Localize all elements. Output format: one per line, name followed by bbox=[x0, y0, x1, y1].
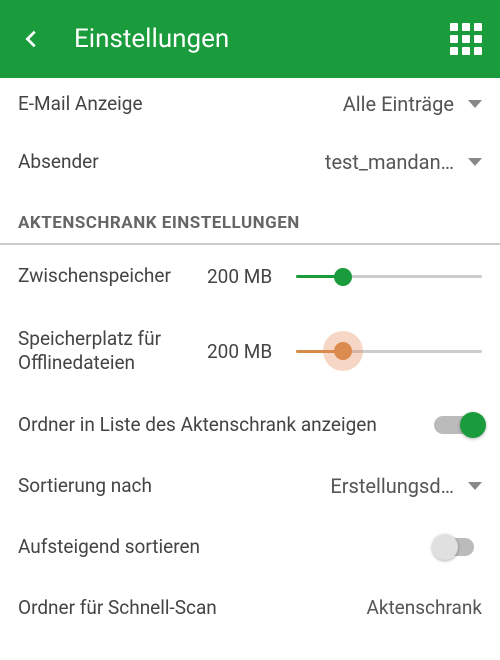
cache-label: Zwischenspeicher bbox=[18, 264, 193, 289]
chevron-down-icon bbox=[468, 158, 482, 166]
cache-slider[interactable] bbox=[296, 263, 482, 291]
folder-switch[interactable] bbox=[434, 413, 482, 437]
quickscan-row[interactable]: Ordner für Schnell-Scan Aktenschrank bbox=[0, 578, 500, 637]
chevron-down-icon bbox=[468, 482, 482, 490]
apps-menu-icon[interactable] bbox=[450, 23, 482, 55]
asc-switch[interactable] bbox=[434, 535, 482, 559]
email-display-dropdown[interactable]: Alle Einträge bbox=[343, 92, 482, 116]
email-display-label: E-Mail Anzeige bbox=[18, 92, 343, 117]
folder-switch-row: Ordner in Liste des Aktenschrank anzeige… bbox=[0, 394, 500, 456]
section-header: AKTENSCHRANK EINSTELLUNGEN bbox=[0, 191, 500, 245]
cache-value: 200 MB bbox=[207, 265, 282, 288]
cache-row: Zwischenspeicher 200 MB bbox=[0, 245, 500, 309]
sort-value: Erstellungsd… bbox=[330, 474, 454, 498]
sender-row: Absender test_mandan… bbox=[0, 134, 500, 191]
folder-switch-label: Ordner in Liste des Aktenschrank anzeige… bbox=[18, 412, 422, 438]
offline-label: Speicherplatz für Offlinedateien bbox=[18, 327, 193, 376]
offline-slider[interactable] bbox=[296, 337, 482, 365]
sender-dropdown[interactable]: test_mandan… bbox=[325, 150, 482, 174]
sender-value: test_mandan… bbox=[325, 150, 454, 174]
offline-value: 200 MB bbox=[207, 340, 282, 363]
quickscan-value: Aktenschrank bbox=[366, 596, 482, 619]
quickscan-label: Ordner für Schnell-Scan bbox=[18, 596, 217, 619]
back-button[interactable] bbox=[18, 25, 46, 53]
sender-label: Absender bbox=[18, 150, 325, 175]
asc-switch-row: Aufsteigend sortieren bbox=[0, 516, 500, 578]
asc-switch-label: Aufsteigend sortieren bbox=[18, 534, 422, 560]
sort-dropdown[interactable]: Erstellungsd… bbox=[330, 474, 482, 498]
sort-label: Sortierung nach bbox=[18, 474, 330, 499]
sort-row: Sortierung nach Erstellungsd… bbox=[0, 456, 500, 517]
email-display-value: Alle Einträge bbox=[343, 92, 454, 116]
chevron-down-icon bbox=[468, 100, 482, 108]
email-display-row: E-Mail Anzeige Alle Einträge bbox=[0, 78, 500, 134]
page-title: Einstellungen bbox=[74, 24, 450, 54]
offline-row: Speicherplatz für Offlinedateien 200 MB bbox=[0, 309, 500, 394]
